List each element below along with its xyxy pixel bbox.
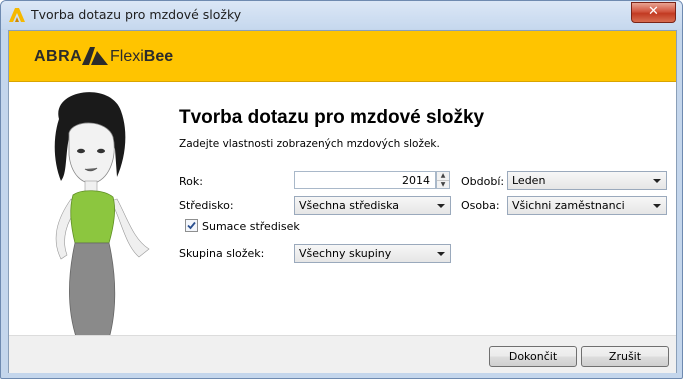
finish-button[interactable]: Dokončit	[489, 346, 577, 367]
dialog-content: ABRA FlexiBee Tvorba dotazu pro mzdové s…	[8, 30, 677, 373]
assistant-illustration	[54, 92, 150, 346]
osoba-value: Všichni zaměstnanci	[512, 199, 625, 212]
osoba-select[interactable]: Všichni zaměstnanci	[507, 196, 667, 215]
skupina-select[interactable]: Všechny skupiny	[294, 244, 451, 263]
obdobi-value: Leden	[512, 174, 546, 187]
rok-spinner[interactable]: ▲ ▼	[436, 171, 450, 189]
close-button[interactable]: ✕	[631, 2, 676, 23]
chevron-down-icon	[437, 252, 445, 256]
obdobi-select[interactable]: Leden	[507, 171, 667, 190]
stredisko-value: Všechna střediska	[299, 199, 400, 212]
stredisko-select[interactable]: Všechna střediska	[294, 196, 451, 215]
chevron-down-icon	[437, 204, 445, 208]
logo-flexibee-text: FlexiBee	[110, 48, 174, 65]
skupina-label: Skupina složek:	[179, 247, 265, 260]
skupina-value: Všechny skupiny	[299, 247, 392, 260]
spin-up-icon[interactable]: ▲	[437, 172, 449, 181]
dialog-footer: Dokončit Zrušit	[9, 335, 676, 373]
sumace-label[interactable]: Sumace středisek	[202, 220, 300, 233]
app-logo-icon	[9, 8, 25, 22]
obdobi-label: Období:	[461, 175, 505, 188]
cancel-button[interactable]: Zrušit	[581, 346, 669, 367]
rok-value: 2014	[402, 174, 430, 187]
stredisko-label: Středisko:	[179, 199, 234, 212]
logo-abra-text: ABRA	[34, 48, 83, 65]
rok-input[interactable]: 2014	[294, 171, 436, 189]
page-heading: Tvorba dotazu pro mzdové složky	[179, 107, 485, 128]
checkmark-icon	[187, 221, 196, 230]
page-subtitle: Zadejte vlastnosti zobrazených mzdových …	[179, 138, 440, 150]
title-bar[interactable]: Tvorba dotazu pro mzdové složky ✕	[1, 1, 682, 29]
rok-label: Rok:	[179, 175, 203, 188]
spin-down-icon[interactable]: ▼	[437, 181, 449, 189]
osoba-label: Osoba:	[461, 199, 500, 212]
sumace-checkbox[interactable]	[185, 219, 198, 232]
chevron-down-icon	[653, 204, 661, 208]
window-title: Tvorba dotazu pro mzdové složky	[31, 7, 242, 22]
flexibee-logo-icon	[82, 47, 108, 65]
chevron-down-icon	[653, 179, 661, 183]
brand-banner: ABRA FlexiBee	[9, 31, 676, 82]
dialog-window: Tvorba dotazu pro mzdové složky ✕ ABRA F…	[0, 0, 683, 379]
